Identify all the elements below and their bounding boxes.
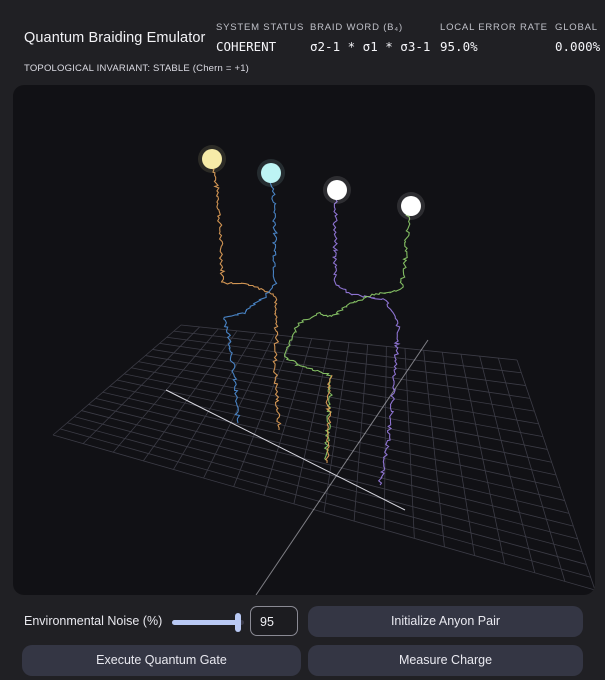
system-status: SYSTEM STATUS COHERENT: [216, 22, 304, 54]
anyon-4[interactable]: [401, 196, 421, 216]
grid-line: [441, 352, 475, 556]
grid-line: [423, 350, 445, 547]
grid-line: [109, 385, 561, 489]
anyon-1[interactable]: [202, 149, 222, 169]
grid-line: [102, 391, 565, 501]
ground-grid: [52, 324, 595, 591]
app-title: Quantum Braiding Emulator: [24, 30, 206, 46]
braid-word: BRAID WORD (B₄) σ2-1 * σ1 * σ3-1: [310, 22, 430, 54]
initialize-anyon-pair-button[interactable]: Initialize Anyon Pair: [308, 606, 583, 637]
grid-line: [116, 379, 557, 476]
global-error-rate: GLOBAL 0.000%: [555, 22, 600, 54]
global-error-rate-label: GLOBAL: [555, 22, 598, 33]
system-status-label: SYSTEM STATUS: [216, 22, 305, 33]
braid-3d-viewport[interactable]: [13, 85, 595, 595]
braid-word-value: σ2-1 * σ1 * σ3-1: [310, 39, 431, 54]
local-error-rate-value: 95.0%: [440, 39, 478, 54]
anyon-3[interactable]: [327, 180, 347, 200]
anyon-2[interactable]: [261, 163, 281, 183]
braiding-emulator-app: Quantum Braiding Emulator TOPOLOGICAL IN…: [0, 0, 605, 680]
grid-line: [60, 428, 591, 578]
topological-invariant: TOPOLOGICAL INVARIANT: STABLE (Chern = +…: [24, 63, 250, 74]
noise-slider-thumb[interactable]: [235, 613, 242, 632]
grid-line: [404, 348, 415, 539]
grid-line: [52, 434, 595, 591]
braid-word-label: BRAID WORD (B₄): [310, 22, 403, 33]
local-error-rate-label: LOCAL ERROR RATE: [440, 22, 548, 33]
grid-line: [516, 359, 595, 591]
measure-charge-button[interactable]: Measure Charge: [308, 645, 583, 676]
global-error-rate-value: 0.000%: [555, 39, 601, 54]
braid-scene[interactable]: [13, 85, 595, 595]
system-status-value: COHERENT: [216, 39, 277, 54]
execute-quantum-gate-button[interactable]: Execute Quantum Gate: [22, 645, 301, 676]
grid-line: [460, 354, 506, 565]
strand-3: [332, 190, 401, 486]
noise-slider-fill: [172, 620, 241, 625]
noise-value-input[interactable]: 95: [250, 606, 298, 636]
grid-line: [95, 397, 570, 514]
noise-slider[interactable]: [172, 613, 244, 632]
vertical-axis-line: [255, 339, 429, 595]
noise-label: Environmental Noise (%): [24, 614, 163, 628]
local-error-rate: LOCAL ERROR RATE 95.0%: [440, 22, 548, 54]
